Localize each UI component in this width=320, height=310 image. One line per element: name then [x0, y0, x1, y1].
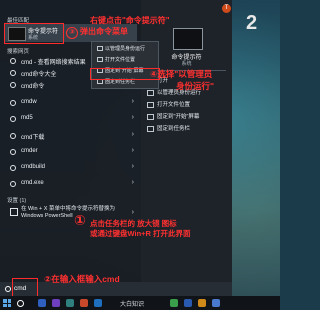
list-item[interactable]: cmd.exe › — [4, 178, 137, 190]
taskbar-app-icon[interactable] — [52, 299, 60, 307]
annotation-step4-line1: 选择"以管理员 — [157, 69, 213, 79]
ctx-item-label: 以管理员身份运行 — [105, 46, 146, 52]
taskbar-app-icon[interactable] — [170, 299, 178, 307]
detail-item-label: 固定到任务栏 — [157, 126, 191, 132]
list-item-label: cmd命令大全 — [21, 72, 57, 78]
annotation-step4-line2: 身份运行" — [176, 81, 215, 91]
detail-pin-taskbar[interactable]: 固定到任务栏 — [147, 124, 229, 134]
chevron-right-icon: › — [131, 163, 134, 170]
detail-pin-start[interactable]: 固定到"开始"屏幕 — [147, 112, 229, 122]
detail-open-location[interactable]: 打开文件位置 — [147, 100, 229, 110]
step-number-overlay: 2 — [246, 12, 258, 34]
list-item-label: cmd下载 — [21, 135, 45, 141]
search-icon — [10, 82, 16, 88]
highlight-best-match — [4, 23, 64, 44]
list-item-label: cmd - 查看网络搜索结果 — [21, 60, 86, 66]
list-item-label: md5 — [21, 115, 33, 121]
detail-item-label: 打开文件位置 — [157, 102, 191, 108]
search-icon — [10, 100, 16, 106]
user-avatar[interactable]: T — [222, 4, 231, 13]
chevron-right-icon: › — [131, 209, 134, 216]
list-item-label: cmdbuild — [21, 164, 46, 170]
search-icon — [10, 116, 16, 122]
taskbar-app-icon[interactable] — [184, 299, 192, 307]
taskbar: 大白知识 — [0, 296, 280, 310]
list-item[interactable]: cmdbuild › — [4, 162, 137, 174]
search-icon — [10, 165, 16, 171]
list-item-label: cmd命令 — [21, 84, 45, 90]
annotation-step1-line2: 或通过键盘Win+R 打开此界面 — [90, 229, 191, 238]
settings-header: 设置 (1) — [7, 198, 27, 204]
shield-icon — [147, 89, 154, 96]
annotation-step3-line2: 弹出命令菜单 — [80, 27, 128, 36]
chevron-right-icon: › — [131, 147, 134, 154]
chevron-right-icon: › — [131, 131, 134, 138]
annotation-step1-number: ① — [74, 212, 86, 228]
taskbar-search-icon[interactable] — [17, 300, 24, 307]
chevron-right-icon: › — [131, 114, 134, 121]
settings-item-label: 在 Win + X 菜单中将命令提示符替换为 Windows PowerShel… — [21, 206, 115, 219]
taskbar-app-icon[interactable] — [198, 299, 206, 307]
taskbar-app-icon[interactable] — [38, 299, 46, 307]
annotation-step4: ④选择"以管理员 — [150, 68, 212, 80]
list-item-label: cmdw — [21, 99, 37, 105]
search-icon — [5, 286, 11, 292]
search-icon — [10, 133, 16, 139]
list-item-label: cmder — [21, 148, 38, 154]
search-icon — [10, 70, 16, 76]
list-item[interactable]: md5 › — [4, 113, 137, 125]
search-icon — [10, 181, 16, 187]
taskbar-app-icon[interactable] — [66, 299, 74, 307]
folder-icon — [147, 101, 154, 108]
shield-icon — [97, 46, 103, 52]
settings-icon — [10, 208, 18, 216]
list-item[interactable]: cmd下载 › — [4, 130, 137, 142]
annotation-step3-line1: 右键点击"命令提示符" — [90, 16, 170, 25]
windows-start-icon[interactable] — [3, 299, 11, 307]
taskbar-app-icon[interactable] — [94, 299, 102, 307]
taskbar-app-icon[interactable] — [80, 299, 88, 307]
pin-icon — [147, 125, 154, 132]
annotation-step2: ②在输入框输入cmd — [44, 273, 120, 285]
list-item[interactable]: cmdw › — [4, 97, 137, 109]
highlight-search-box — [12, 278, 38, 297]
ctx-run-as-admin[interactable]: 以管理员身份运行 — [94, 45, 156, 54]
watermark-text: 大白知识 — [120, 302, 145, 308]
ctx-open-location[interactable]: 打开文件位置 — [94, 56, 156, 65]
context-menu: 以管理员身份运行 打开文件位置 固定到"开始"屏幕 固定到任务栏 — [91, 41, 159, 89]
chevron-right-icon: › — [131, 179, 134, 186]
search-icon — [10, 58, 16, 64]
annotation-step2-text: 在输入框输入cmd — [51, 274, 120, 284]
taskbar-app-icon[interactable] — [212, 299, 220, 307]
annotation-step1-line1: 点击任务栏的 放大镜 图标 — [90, 219, 177, 228]
web-search-header: 搜索网页 — [7, 49, 30, 55]
detail-item-label: 固定到"开始"屏幕 — [157, 114, 200, 120]
ctx-item-label: 打开文件位置 — [105, 57, 136, 63]
cmd-app-large-icon — [173, 28, 203, 50]
annotation-step3: ③ 弹出命令菜单 — [66, 26, 128, 39]
search-icon — [10, 149, 16, 155]
pin-icon — [147, 113, 154, 120]
chevron-right-icon: › — [131, 98, 134, 105]
list-item[interactable]: cmder › — [4, 146, 137, 158]
folder-icon — [97, 57, 103, 63]
list-item-label: cmd.exe — [21, 180, 44, 186]
annotation-step3-number: ③ — [66, 27, 78, 39]
annotation-step1: ① 点击任务栏的 放大镜 图标 或通过键盘Win+R 打开此界面 — [74, 213, 191, 239]
